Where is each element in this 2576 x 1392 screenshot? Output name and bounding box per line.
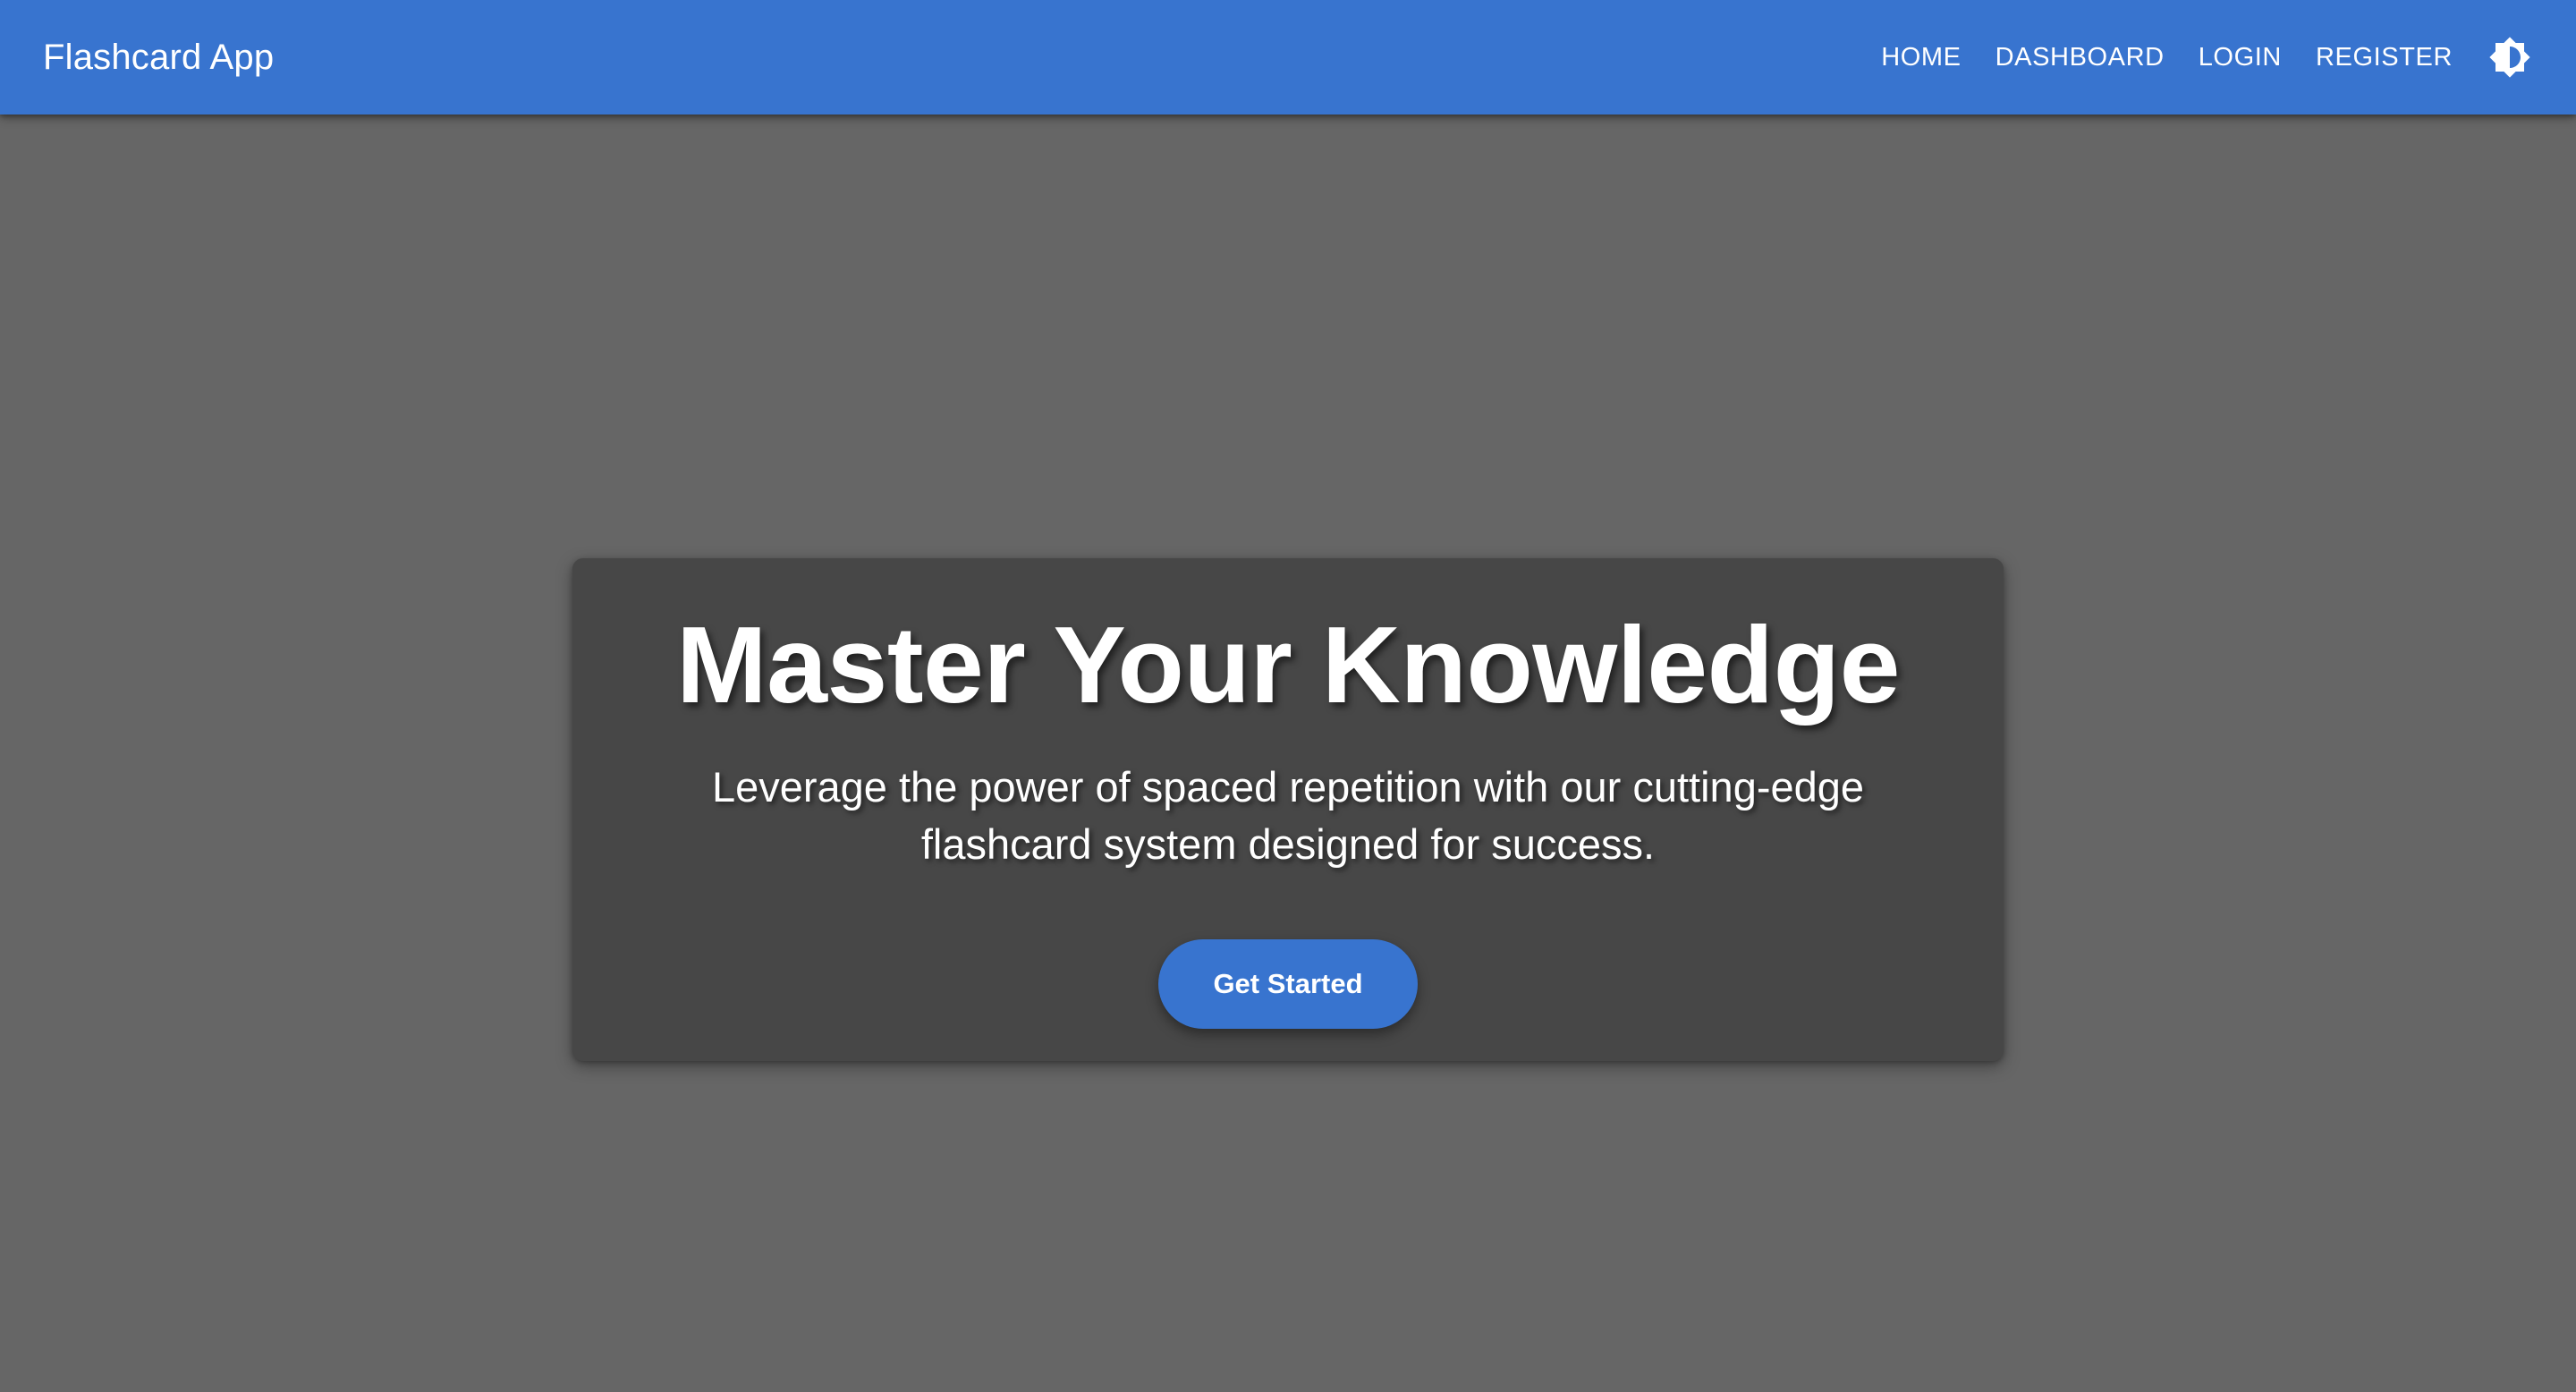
theme-toggle-button[interactable] xyxy=(2481,29,2538,86)
app-bar: Flashcard App HOME DASHBOARD LOGIN REGIS… xyxy=(0,0,2576,115)
top-nav: HOME DASHBOARD LOGIN REGISTER xyxy=(1863,0,2533,115)
nav-home-link[interactable]: HOME xyxy=(1865,30,1977,85)
hero-subtitle: Leverage the power of spaced repetition … xyxy=(711,763,1865,869)
app-title[interactable]: Flashcard App xyxy=(43,38,274,78)
hero-card: Master Your Knowledge Leverage the power… xyxy=(572,558,2004,1061)
nav-dashboard-link[interactable]: DASHBOARD xyxy=(1979,30,2181,85)
nav-login-link[interactable]: LOGIN xyxy=(2182,30,2298,85)
hero-title: Master Your Knowledge xyxy=(676,604,1900,726)
brightness-contrast-icon xyxy=(2489,37,2530,78)
get-started-button[interactable]: Get Started xyxy=(1158,939,1418,1030)
nav-register-link[interactable]: REGISTER xyxy=(2300,30,2469,85)
